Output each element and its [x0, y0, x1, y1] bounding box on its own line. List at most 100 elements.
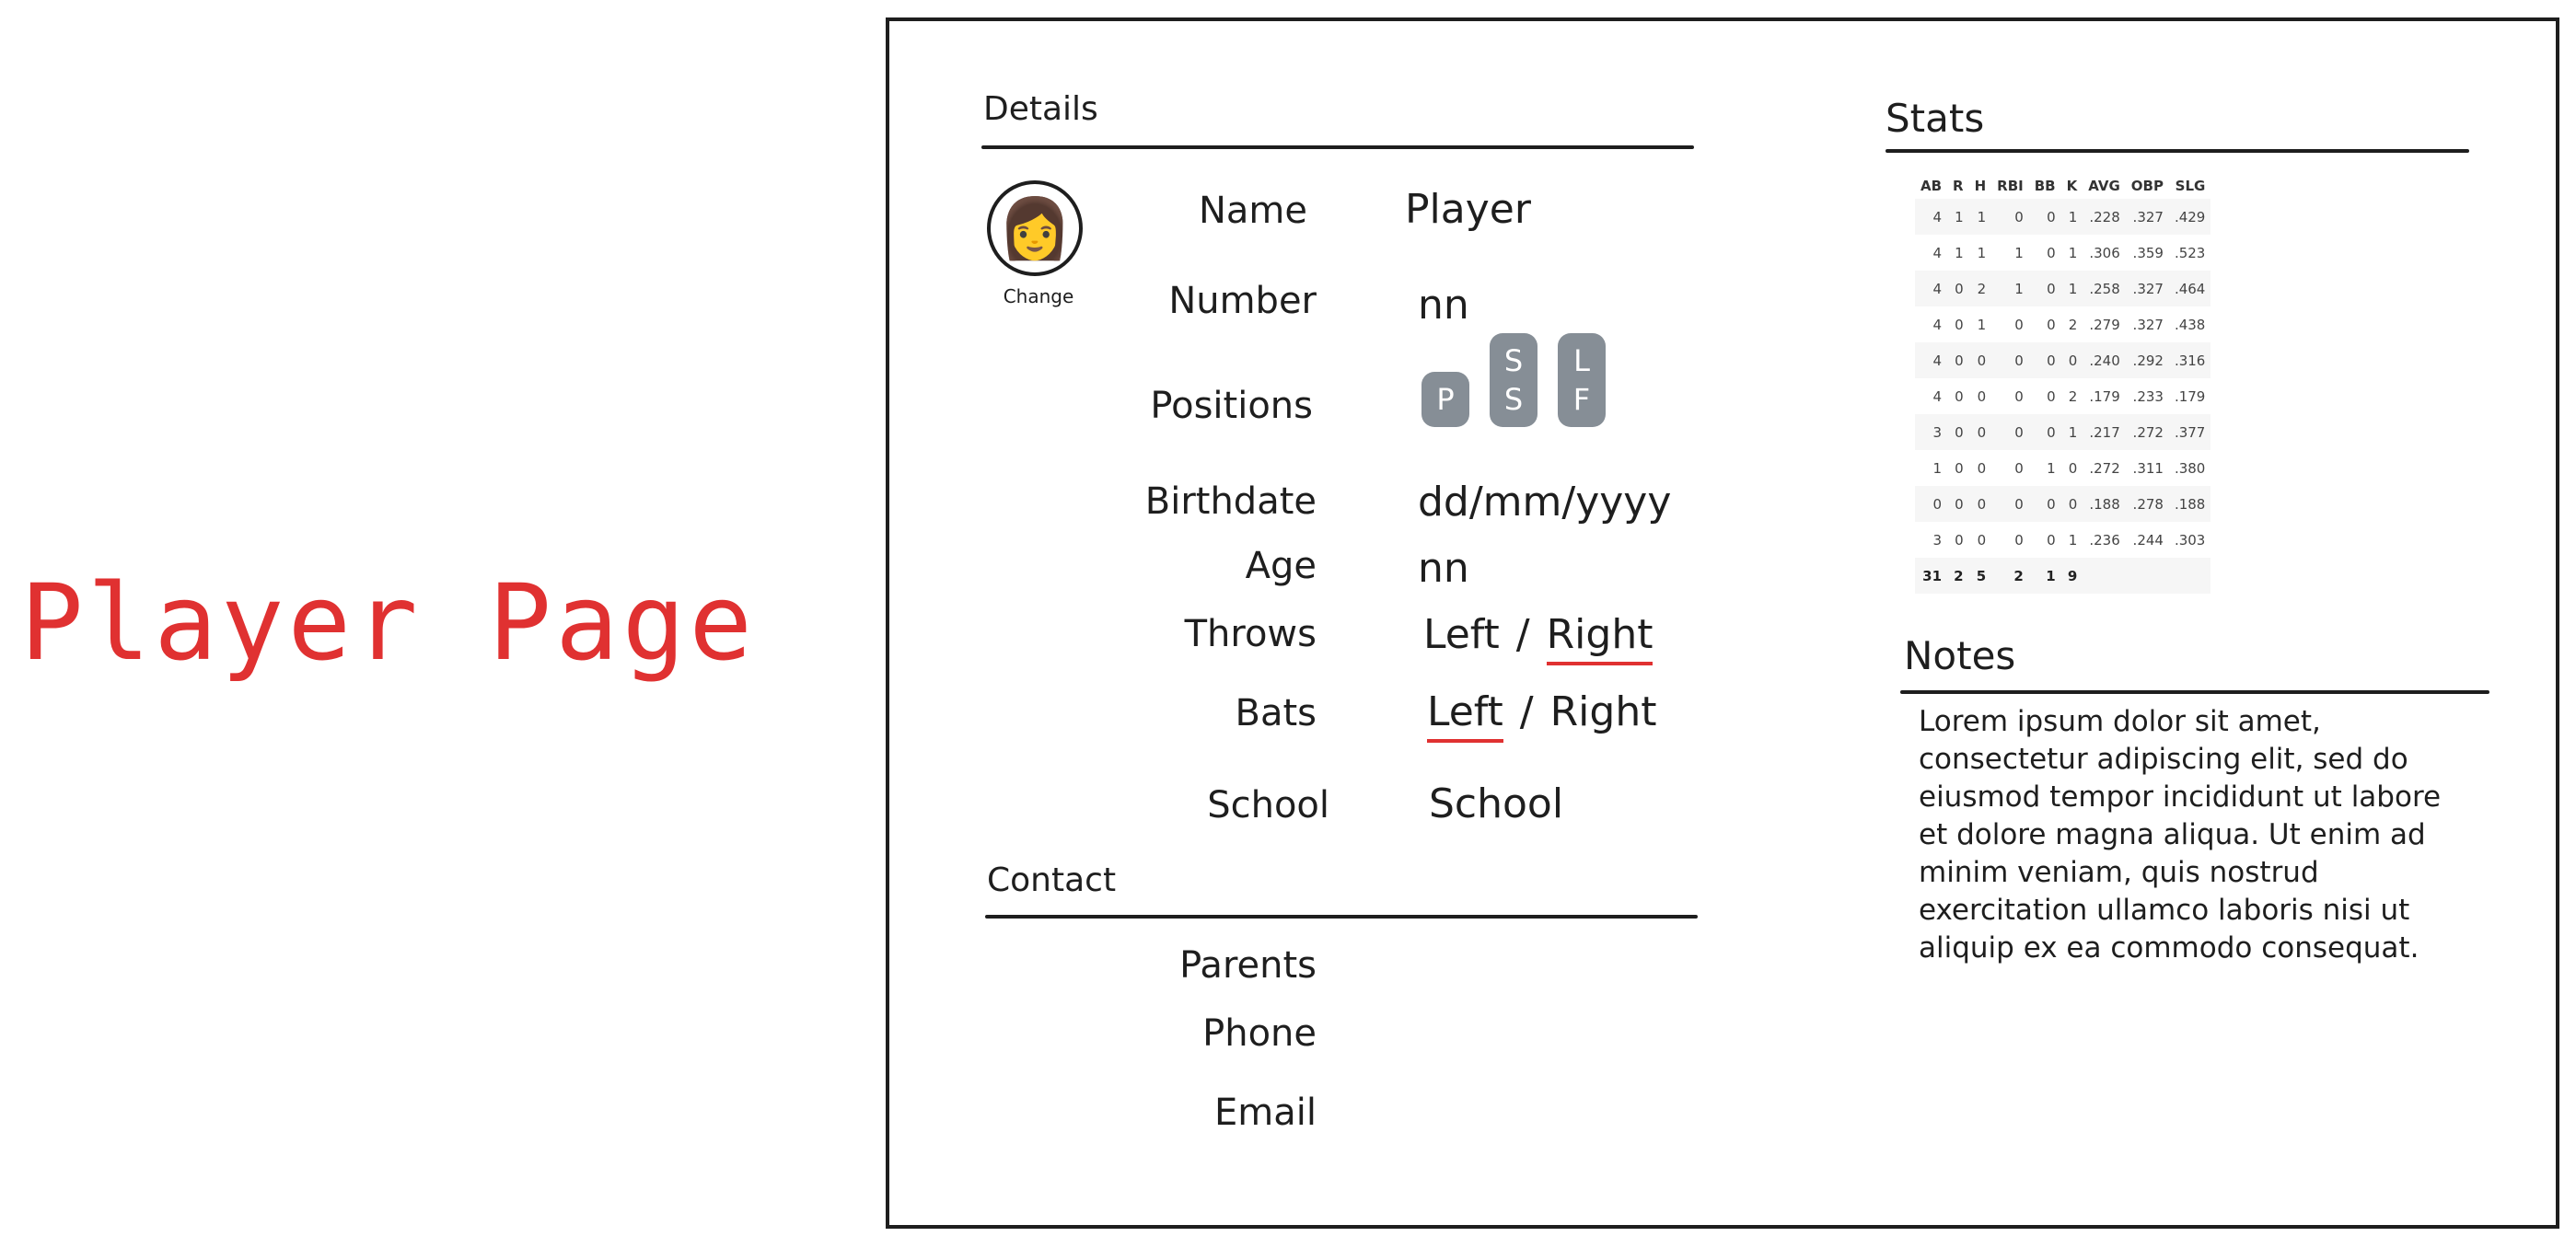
- school-label: School: [1207, 784, 1329, 826]
- bats-option-right[interactable]: Right: [1550, 688, 1657, 735]
- table-row: 4 0 2 1 0 1.258.327.464: [1915, 271, 2211, 306]
- table-row: 3 0 0 0 0 1.236.244.303: [1915, 522, 2210, 558]
- table-cell: 1: [2014, 244, 2024, 261]
- totals-cell: 2: [1947, 558, 1969, 594]
- notes-heading: Notes: [1904, 633, 2016, 678]
- table-cell: .303: [2174, 531, 2206, 549]
- table-cell: 1: [2060, 199, 2083, 235]
- throws-separator: /: [1515, 611, 1530, 658]
- table-row: 4 1 1 0 0 1.228.327.429: [1915, 199, 2211, 235]
- name-value[interactable]: Player: [1405, 186, 1531, 233]
- table-cell: .228: [2083, 199, 2126, 235]
- table-cell: 0: [1968, 414, 1992, 450]
- page-title: Player Page: [20, 561, 756, 684]
- stats-col-r[interactable]: R: [1947, 173, 1969, 199]
- table-cell: 0: [1947, 271, 1969, 306]
- throws-option-left[interactable]: Left: [1423, 611, 1500, 658]
- stats-col-obp[interactable]: OBP: [2126, 173, 2169, 199]
- stats-col-ab[interactable]: AB: [1915, 173, 1947, 199]
- table-cell: .359: [2132, 244, 2164, 261]
- totals-cell: [2168, 558, 2211, 594]
- position-chip-p[interactable]: P: [1421, 372, 1469, 427]
- table-cell: 0: [1947, 486, 1969, 522]
- position-chip-line: L: [1573, 343, 1590, 378]
- stats-col-avg[interactable]: AVG: [2083, 173, 2126, 199]
- stats-heading: Stats: [1886, 96, 1985, 141]
- table-cell: 0: [2068, 459, 2078, 477]
- stats-col-bb[interactable]: BB: [2029, 173, 2061, 199]
- table-cell: .464: [2168, 271, 2211, 306]
- school-value[interactable]: School: [1429, 780, 1563, 827]
- table-cell: 0: [2028, 414, 2061, 450]
- table-cell: .327: [2125, 199, 2169, 235]
- table-cell: 2: [1968, 271, 1992, 306]
- table-cell: 0: [2014, 459, 2024, 477]
- stats-table-wrap: AB R H RBI BB K AVG OBP SLG 4 1 1 0 0 1.228.3…: [1915, 173, 2211, 594]
- table-cell: .188: [2168, 486, 2211, 522]
- table-cell: .236: [2089, 531, 2120, 549]
- table-cell: 0: [1977, 387, 1987, 405]
- table-cell: .244: [2132, 531, 2164, 549]
- birthdate-value[interactable]: dd/mm/yyyy: [1418, 479, 1671, 526]
- table-cell: .429: [2168, 199, 2211, 235]
- table-cell: 0: [1947, 342, 1969, 378]
- table-cell: .438: [2174, 316, 2206, 333]
- age-label: Age: [1245, 545, 1317, 587]
- table-cell: 2: [2068, 387, 2078, 405]
- throws-toggle: Left / Right: [1423, 611, 1654, 665]
- table-row: 4 1 1 1 0 1.306.359.523: [1915, 235, 2210, 271]
- notes-text[interactable]: Lorem ipsum dolor sit amet, consectetur …: [1919, 703, 2471, 967]
- table-cell: 0: [1977, 459, 1987, 477]
- table-cell: 0: [2028, 486, 2061, 522]
- birthdate-label: Birthdate: [1144, 480, 1317, 523]
- table-cell: 0: [2028, 199, 2061, 235]
- bats-label: Bats: [1235, 692, 1317, 734]
- table-cell: 0: [2047, 531, 2056, 549]
- bats-option-left[interactable]: Left: [1427, 688, 1503, 743]
- table-cell: 1: [1991, 271, 2029, 306]
- details-heading: Details: [983, 90, 1098, 128]
- stats-col-rbi[interactable]: RBI: [1991, 173, 2029, 199]
- table-cell: 1: [1977, 244, 1987, 261]
- contact-heading: Contact: [987, 861, 1117, 899]
- stats-col-slg[interactable]: SLG: [2169, 173, 2210, 199]
- table-cell: 0: [1955, 387, 1964, 405]
- table-cell: 0: [1955, 459, 1964, 477]
- table-cell: 1: [2068, 531, 2078, 549]
- position-chip-lf[interactable]: L F: [1558, 333, 1606, 427]
- table-cell: 0: [2014, 531, 2024, 549]
- stats-col-k[interactable]: K: [2061, 173, 2083, 199]
- position-chip-ss[interactable]: S S: [1490, 333, 1537, 427]
- totals-cell: [2125, 558, 2169, 594]
- table-cell: 1: [2068, 244, 2078, 261]
- table-cell: .179: [2174, 387, 2206, 405]
- table-cell: 4: [1915, 199, 1948, 235]
- table-cell: 0: [2047, 244, 2056, 261]
- number-value[interactable]: nn: [1418, 282, 1469, 329]
- table-cell: 0: [2047, 316, 2056, 333]
- table-cell: .306: [2089, 244, 2120, 261]
- table-cell: 0: [1968, 342, 1992, 378]
- positions-chips: P S S L F: [1421, 333, 1606, 427]
- table-cell: .233: [2132, 387, 2164, 405]
- stats-col-h[interactable]: H: [1969, 173, 1992, 199]
- table-cell: .278: [2125, 486, 2169, 522]
- table-cell: 0: [1915, 486, 1948, 522]
- throws-option-right[interactable]: Right: [1546, 611, 1654, 665]
- table-cell: 0: [2060, 486, 2083, 522]
- age-value[interactable]: nn: [1418, 545, 1469, 592]
- email-label: Email: [1214, 1092, 1317, 1134]
- position-chip-line: S: [1503, 343, 1524, 378]
- totals-cell: 5: [1968, 558, 1992, 594]
- table-cell: 1: [1968, 199, 1992, 235]
- table-cell: .327: [2132, 316, 2164, 333]
- table-row: 4 0 0 0 0 2.179.233.179: [1915, 378, 2210, 414]
- table-cell: 1: [1932, 459, 1943, 477]
- table-row: 1 0 0 0 1 0.272.311.380: [1915, 450, 2210, 486]
- table-cell: .240: [2083, 342, 2126, 378]
- totals-cell: 31: [1915, 558, 1948, 594]
- table-cell: .311: [2132, 459, 2164, 477]
- table-cell: 2: [2068, 316, 2078, 333]
- stats-table: AB R H RBI BB K AVG OBP SLG 4 1 1 0 0 1.228.3…: [1915, 173, 2211, 594]
- table-cell: 0: [1991, 486, 2029, 522]
